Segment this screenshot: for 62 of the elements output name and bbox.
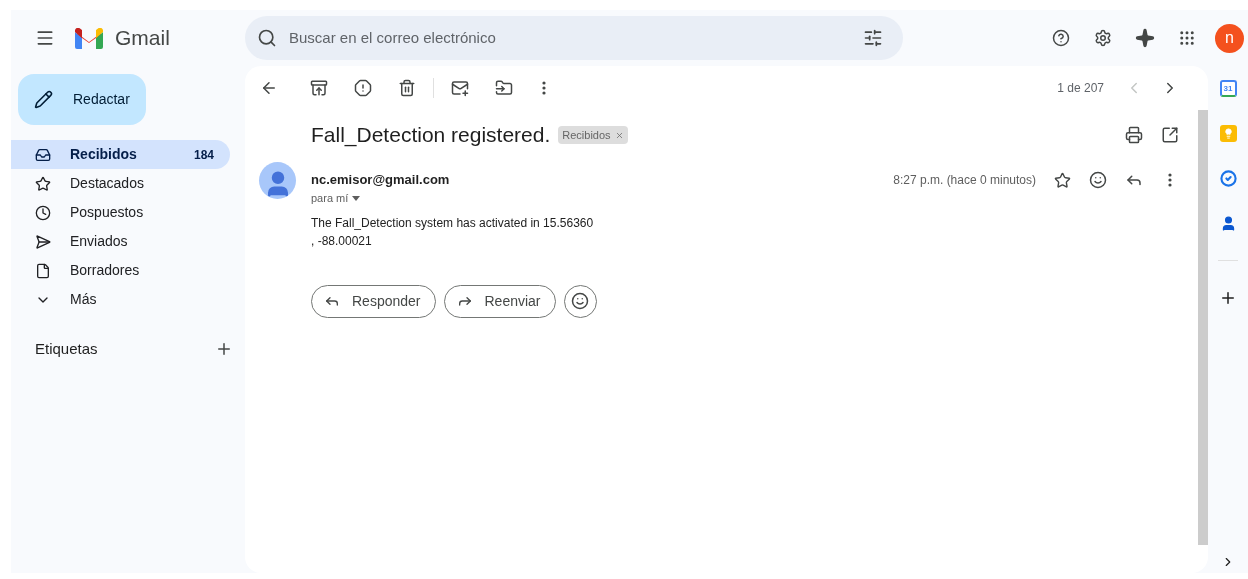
document-icon — [35, 262, 51, 279]
body-text: The Fall_Detection system has activated in 15.56360 — [311, 214, 595, 231]
body-text: , -88.00021 — [311, 232, 373, 249]
smiley-icon — [571, 292, 590, 310]
inbox-icon — [35, 146, 51, 163]
app-name: Gmail — [115, 25, 170, 52]
sidebar-item[interactable]: Enviados — [11, 227, 230, 256]
sparkle-icon — [1135, 28, 1155, 48]
sidebar-label: Enviados — [70, 232, 129, 251]
sidebar-label: Pospuestos — [70, 203, 145, 222]
sidebar-item[interactable]: Borradores — [11, 256, 230, 285]
sidebar-item[interactable]: Pospuestos — [11, 198, 230, 227]
star-icon — [35, 175, 51, 192]
sidebar-label: Más — [70, 290, 98, 309]
filter-icon[interactable] — [863, 28, 883, 48]
scrollbar[interactable] — [1198, 110, 1208, 545]
add-addon-icon[interactable] — [1219, 289, 1237, 307]
trash-icon — [398, 79, 416, 97]
labels-heading: Etiquetas — [35, 338, 98, 359]
sidebar-label: Destacados — [70, 174, 145, 193]
close-icon[interactable] — [614, 130, 624, 140]
search-icon — [257, 28, 277, 48]
label-chip[interactable]: Recibidos — [558, 125, 628, 145]
search-bar[interactable]: Buscar en el correo electrónico — [245, 16, 903, 60]
apps-grid-icon — [1178, 29, 1196, 47]
archive-icon — [310, 79, 328, 97]
message-time: 8:27 p.m. (hace 0 minutos) — [893, 172, 1036, 189]
help-icon — [1052, 29, 1070, 47]
more-icon — [542, 81, 546, 95]
sidebar-label: Borradores — [70, 261, 141, 280]
sidebar-item[interactable]: Más — [11, 285, 230, 314]
print-icon — [1125, 126, 1143, 144]
tasks-icon[interactable] — [1219, 170, 1237, 187]
calendar-icon[interactable]: 31 — [1219, 80, 1237, 97]
sidebar-item[interactable]: Recibidos 184 — [11, 140, 230, 169]
settings-icon — [1094, 29, 1112, 47]
dropdown-icon[interactable] — [352, 195, 361, 201]
compose-button[interactable]: Redactar — [18, 74, 146, 125]
menu-icon — [35, 28, 55, 48]
pagination-text: 1 de 207 — [1057, 80, 1104, 97]
unread-count: 184 — [193, 146, 214, 164]
sender-email: nc.emisor@gmail.com — [311, 171, 450, 190]
email-subject: Fall_Detection registered. — [311, 122, 551, 149]
sidebar-item[interactable]: Destacados — [11, 169, 230, 198]
gmail-logo-icon — [75, 27, 103, 49]
send-icon — [35, 233, 51, 250]
more-icon — [1168, 173, 1172, 187]
plus-icon — [215, 340, 233, 358]
move-icon — [495, 79, 513, 97]
back-icon — [260, 79, 278, 97]
sidebar-label: Recibidos — [70, 145, 138, 164]
new-window-icon — [1161, 126, 1179, 144]
clock-icon — [35, 204, 51, 221]
emoji-icon — [1089, 171, 1107, 189]
recipient-text: para mí — [311, 191, 349, 206]
mark-unread-icon — [451, 79, 469, 97]
label-chip-text: Recibidos — [562, 127, 611, 143]
add-label-button[interactable] — [215, 340, 233, 358]
spam-icon — [354, 79, 372, 97]
lightbulb-icon — [1222, 128, 1234, 139]
search-field[interactable]: Buscar en el correo electrónico — [289, 26, 851, 50]
pencil-icon — [34, 90, 53, 109]
